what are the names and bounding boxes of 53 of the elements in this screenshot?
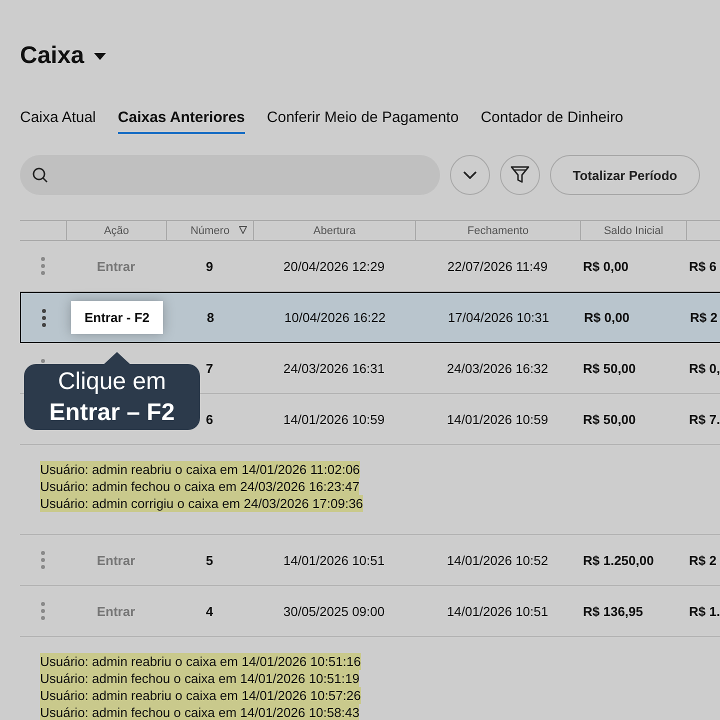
table-cell-text: R$ 0,00 bbox=[582, 258, 630, 274]
column-header: Ação bbox=[104, 224, 130, 236]
table-cell-text: R$ 2 bbox=[688, 552, 718, 568]
total-period-button[interactable]: Totalizar Período bbox=[550, 155, 700, 195]
filter-icon bbox=[510, 165, 530, 185]
expand-button[interactable] bbox=[450, 155, 490, 195]
column-header: Abertura bbox=[313, 224, 356, 236]
table-cell: 14/01/2026 10:51 bbox=[283, 552, 385, 568]
tab[interactable]: Contador de Dinheiro bbox=[480, 108, 624, 134]
table-cell: 14/01/2026 10:59 bbox=[283, 412, 385, 426]
column-header: Saldo Inicial bbox=[604, 224, 664, 236]
table-cell: 4 bbox=[206, 604, 214, 618]
table-cell: 17/04/2026 10:31 bbox=[448, 310, 550, 325]
table-cell-text: R$ 7. bbox=[688, 412, 720, 426]
table-cell-text: R$ 1.250,00 bbox=[582, 552, 655, 568]
caret-icon[interactable] bbox=[94, 52, 106, 60]
search-icon bbox=[32, 167, 48, 183]
enter-button[interactable]: Entrar - F2 bbox=[71, 301, 162, 334]
table-cell-text: R$ 50,00 bbox=[582, 412, 637, 426]
tab[interactable]: Conferir Meio de Pagamento bbox=[266, 108, 459, 134]
chevron-down-icon bbox=[463, 171, 477, 179]
tab[interactable]: Caixa Atual bbox=[20, 108, 96, 134]
table-cell-text: R$ 0, bbox=[688, 360, 720, 376]
table-cell: 10/04/2026 16:22 bbox=[284, 310, 386, 325]
table-cell: 9 bbox=[206, 258, 214, 274]
tab[interactable]: Caixas Anteriores bbox=[118, 108, 245, 134]
table-cell-text: R$ 2 bbox=[689, 310, 718, 325]
column-header: Número bbox=[190, 224, 230, 236]
sort-icon[interactable] bbox=[239, 226, 247, 234]
table-cell-text: R$ 0,00 bbox=[583, 310, 631, 325]
page-title: Caixa bbox=[20, 42, 84, 70]
table-cell: 14/01/2026 10:51 bbox=[446, 604, 548, 618]
table-cell: 5 bbox=[206, 552, 214, 568]
column-header: Fechamento bbox=[467, 224, 529, 236]
table-cell-text: R$ 136,95 bbox=[582, 604, 644, 618]
table-cell: 7 bbox=[206, 360, 214, 376]
filter-button[interactable] bbox=[500, 155, 540, 195]
table-row[interactable]: Entrar - F2 8 10/04/2026 16:22 17/04/2026 10:31 R$ 0,00 R$ 2 bbox=[20, 292, 720, 343]
table-cell-text: R$ 1. bbox=[688, 604, 720, 618]
table-cell: 24/03/2026 16:31 bbox=[283, 360, 385, 376]
search-field[interactable] bbox=[20, 155, 440, 195]
table-cell: 14/01/2026 10:59 bbox=[446, 412, 548, 426]
tooltip-pointer-icon bbox=[103, 352, 131, 365]
table-cell: 8 bbox=[206, 310, 214, 325]
table-cell: 22/07/2026 11:49 bbox=[447, 258, 548, 274]
table-cell: 20/04/2026 12:29 bbox=[283, 258, 385, 274]
table-cell-text: R$ 6 bbox=[688, 258, 718, 274]
table-cell: 14/01/2026 10:52 bbox=[446, 552, 548, 568]
table-cell: 24/03/2026 16:32 bbox=[446, 360, 548, 376]
table-cell: 30/05/2025 09:00 bbox=[283, 604, 385, 618]
table-cell-text: R$ 50,00 bbox=[582, 360, 637, 376]
more-options-icon[interactable] bbox=[42, 308, 46, 326]
table-cell: 6 bbox=[206, 412, 214, 426]
